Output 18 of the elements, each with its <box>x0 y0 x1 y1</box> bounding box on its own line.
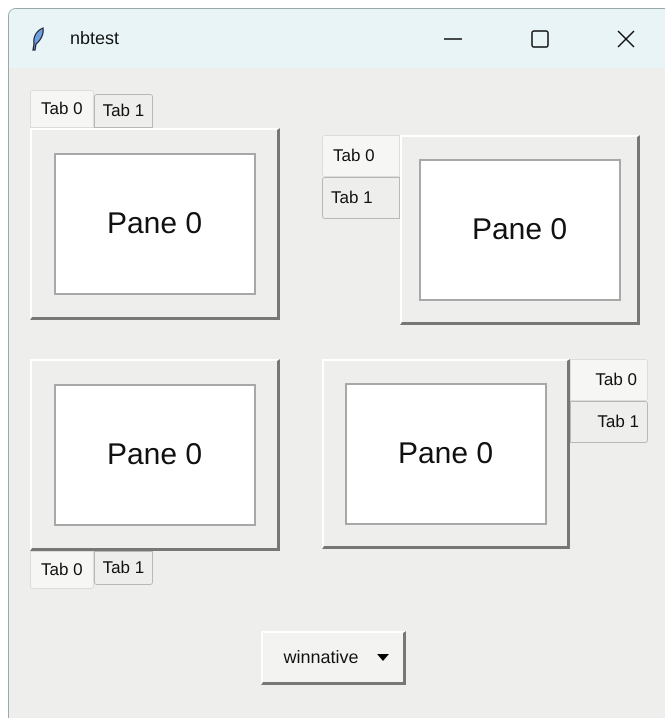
maximize-icon[interactable] <box>531 30 549 48</box>
tab[interactable]: Tab 1 <box>570 401 648 443</box>
pane-label: Pane 0 <box>418 158 620 300</box>
pane-label: Pane 0 <box>54 384 256 526</box>
pane-label: Pane 0 <box>54 152 256 294</box>
tab[interactable]: Tab 0 <box>322 135 400 177</box>
tab[interactable]: Tab 0 <box>30 90 94 128</box>
window-title: nbtest <box>70 28 120 49</box>
theme-combobox[interactable]: winnative <box>261 631 406 685</box>
tab[interactable]: Tab 1 <box>94 551 154 585</box>
feather-icon <box>31 26 45 50</box>
tab[interactable]: Tab 1 <box>94 94 154 128</box>
close-icon[interactable] <box>617 30 635 48</box>
tab[interactable]: Tab 0 <box>30 551 94 589</box>
tab[interactable]: Tab 0 <box>570 359 648 401</box>
tab[interactable]: Tab 1 <box>322 177 400 219</box>
pane-label: Pane 0 <box>344 382 546 524</box>
dropdown-arrow-icon <box>376 654 389 661</box>
